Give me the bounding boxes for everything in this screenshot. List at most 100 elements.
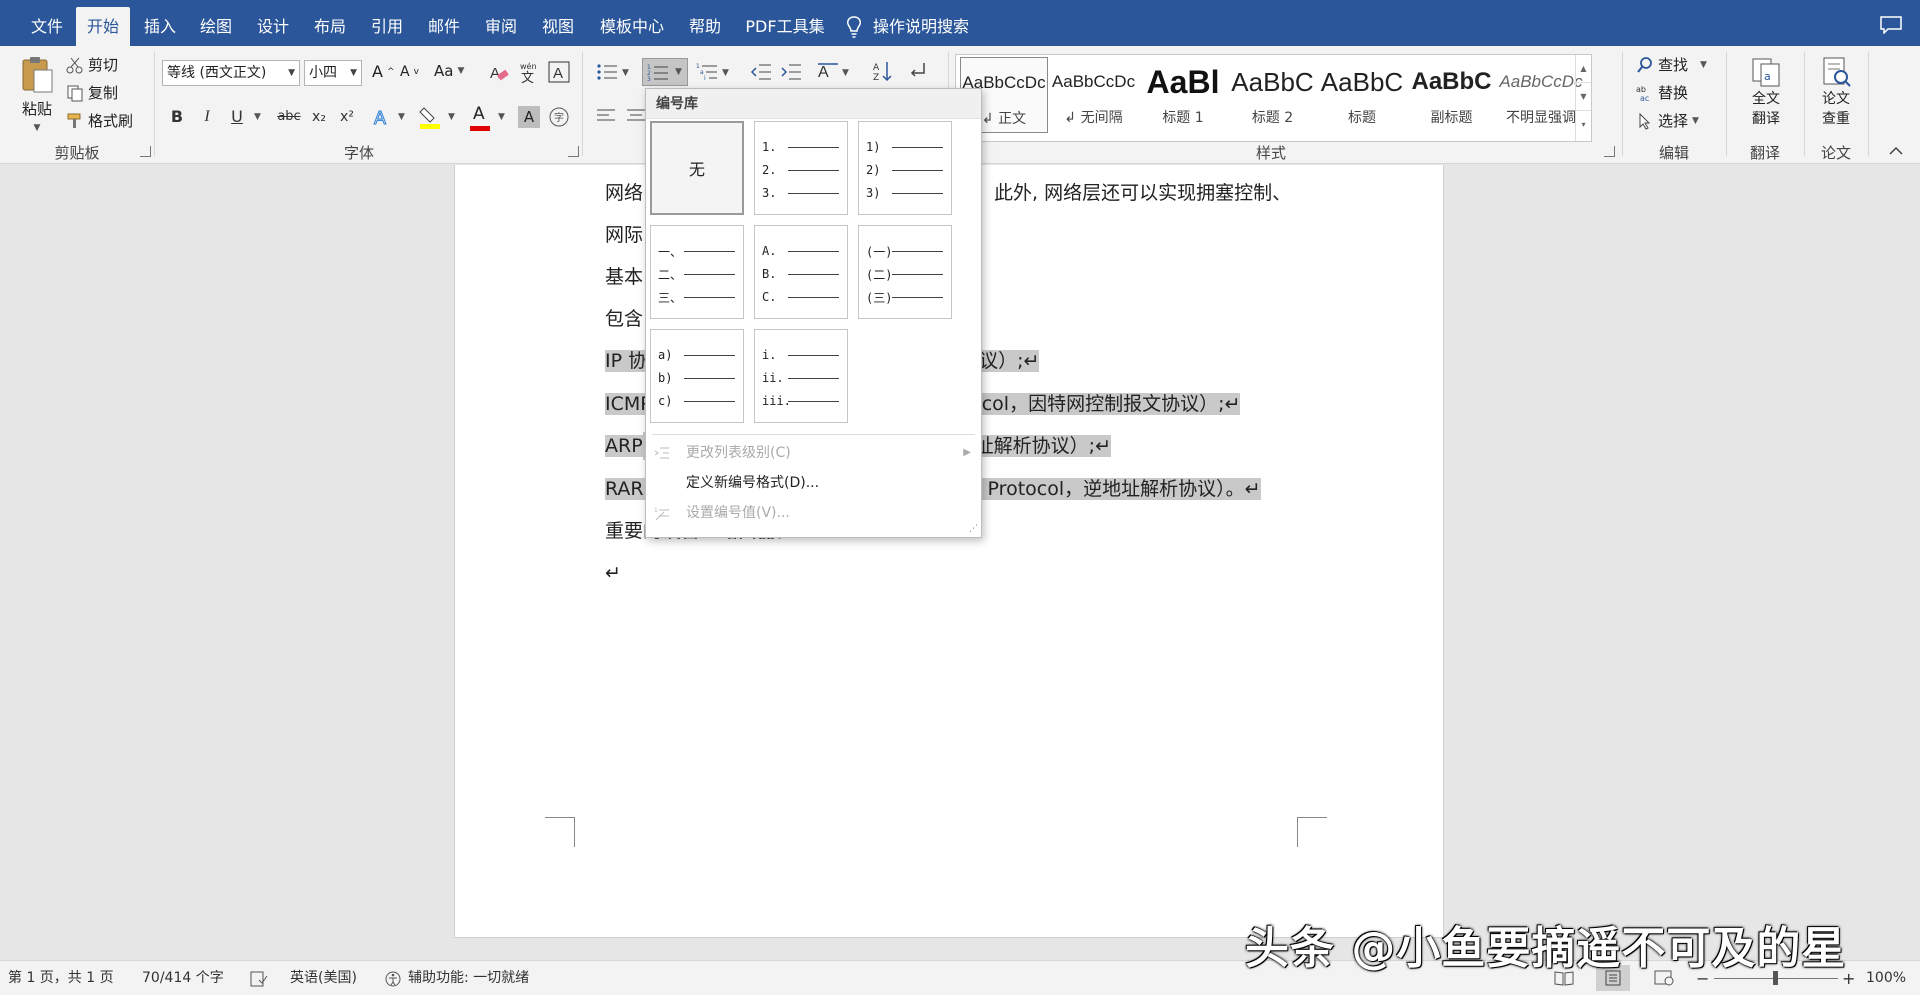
replace-button[interactable]: ab ac 替换 [1636,82,1688,103]
numbering-format-option[interactable]: a) b) c) [650,329,744,423]
numbering-format-option[interactable]: (一) (二) (三) [858,225,952,319]
highlight-color-icon[interactable] [418,104,442,130]
paragraph[interactable]: ↵ [605,559,621,587]
italic-button[interactable]: I [194,104,220,130]
change-case-button[interactable]: Aa ▼ [434,62,464,80]
set-numbering-value-item[interactable]: 1 设置编号值(V)... [646,499,981,527]
asian-layout-icon[interactable]: A [816,60,840,82]
tab-item[interactable]: 开始 [76,7,130,46]
style-item[interactable]: AaBbC 标题 2 [1229,57,1317,133]
format-painter-button[interactable]: 格式刷 [66,110,133,131]
numbering-button[interactable]: 123 ▼ [642,58,688,86]
tell-me-search[interactable]: 操作说明搜索 [845,7,969,46]
tab-item[interactable]: 设计 [248,7,298,46]
gallery-more-icon[interactable]: ▾ [1576,111,1591,139]
scroll-up-icon[interactable]: ▲ [1576,55,1591,83]
zoom-level[interactable]: 100% [1866,961,1906,995]
style-item[interactable]: AaBl 标题 1 [1139,57,1227,133]
numbering-format-option[interactable]: i. ii. iii. [754,329,848,423]
superscript-button[interactable]: x² [334,104,360,130]
tab-item[interactable]: 引用 [362,7,412,46]
text-effects-icon[interactable]: A [372,106,394,129]
enclose-characters-icon[interactable]: 字 [548,106,570,128]
multilevel-list-icon[interactable]: 1ai [696,62,718,82]
language-status[interactable]: 英语(美国) [290,961,357,995]
grow-font-button[interactable]: A ^ [372,62,395,81]
chevron-down-icon[interactable]: ▼ [842,68,849,78]
scroll-down-icon[interactable]: ▼ [1576,83,1591,111]
character-border-icon[interactable]: A [548,61,570,83]
underline-button[interactable]: U [224,104,250,130]
svg-text:wén: wén [520,61,537,71]
resize-grip-icon[interactable]: ⋰ [969,524,978,534]
styles-launcher[interactable] [1604,146,1615,157]
copy-button[interactable]: 复制 [66,82,118,103]
tab-item[interactable]: 邮件 [419,7,469,46]
align-left-icon[interactable] [596,106,616,126]
tab-item[interactable]: 插入 [135,7,185,46]
select-button[interactable]: 选择 ▼ [1636,110,1699,131]
decrease-indent-icon[interactable] [750,62,772,82]
bullets-icon[interactable] [596,62,618,82]
tab-item[interactable]: 布局 [305,7,355,46]
cut-button[interactable]: 剪切 [66,54,118,75]
tab-file[interactable]: 文件 [22,7,72,46]
chevron-down-icon[interactable]: ▼ [254,112,261,122]
styles-gallery-scroll[interactable]: ▲ ▼ ▾ [1575,55,1591,141]
style-item[interactable]: AaBbCcDc 不明显强调 [1497,57,1585,133]
character-shading-button[interactable]: A [518,106,540,128]
phonetic-guide-icon[interactable]: wén文 [518,60,540,84]
word-count[interactable]: 70/414 个字 [142,961,224,995]
subscript-button[interactable]: x₂ [306,104,332,130]
tab-item[interactable]: 视图 [533,7,583,46]
chevron-down-icon[interactable]: ▼ [622,68,629,78]
sort-icon[interactable]: AZ [872,60,894,82]
paragraph[interactable]: 基本 [605,263,643,291]
clipboard-launcher[interactable] [140,146,151,157]
numbering-format-option[interactable]: A. B. C. [754,225,848,319]
style-item[interactable]: AaBbC 副标题 [1408,57,1496,133]
numbering-format-option[interactable]: 一、 二、 三、 [650,225,744,319]
accessibility-status[interactable]: 辅助功能: 一切就绪 [384,961,529,995]
paragraph[interactable]: 网际 [605,221,643,249]
shrink-font-button[interactable]: Av [400,64,419,80]
paper-check-button[interactable]: 论文 查重 [1814,56,1858,128]
align-center-icon[interactable] [626,106,646,126]
strikethrough-button[interactable]: abc [272,104,306,130]
tab-item[interactable]: 绘图 [191,7,241,46]
chevron-down-icon[interactable]: ▼ [448,112,455,122]
full-text-translate-button[interactable]: a 全文 翻译 [1744,56,1788,128]
show-marks-icon[interactable] [908,60,928,82]
numbering-none-option[interactable]: 无 [650,121,744,215]
tab-item[interactable]: 模板中心 [592,7,672,46]
chevron-down-icon[interactable]: ▼ [498,112,505,122]
proofing-status[interactable] [250,961,268,995]
numbering-format-option[interactable]: 1) 2) 3) [858,121,952,215]
chevron-down-icon[interactable]: ▼ [398,112,405,122]
comments-icon[interactable] [1880,16,1902,34]
font-name-combo[interactable]: 等线 (西文正文) ▼ [162,60,300,86]
paragraph[interactable]: 包含 [605,305,643,333]
font-color-button[interactable]: A [468,104,492,132]
chevron-down-icon[interactable]: ▼ [288,61,295,85]
font-size-combo[interactable]: 小四 ▼ [304,60,362,86]
style-item[interactable]: AaBbC 标题 [1318,57,1406,133]
define-new-number-format-item[interactable]: 定义新编号格式(D)... [646,469,981,497]
style-item[interactable]: AaBbCcDc ↲ 无间隔 [1050,57,1138,133]
font-launcher[interactable] [568,146,579,157]
tab-item[interactable]: 帮助 [680,7,730,46]
tab-item[interactable]: 审阅 [476,7,526,46]
find-button[interactable]: 查找 ▼ [1636,54,1707,75]
page-count[interactable]: 第 1 页，共 1 页 [8,961,114,995]
bold-button[interactable]: B [164,104,190,130]
collapse-ribbon-icon[interactable] [1888,144,1904,156]
clear-formatting-icon[interactable]: A [488,62,510,84]
increase-indent-icon[interactable] [780,62,802,82]
chevron-down-icon[interactable]: ▼ [722,68,729,78]
change-list-level-item[interactable]: 更改列表级别(C) ▶ [646,439,981,467]
paste-button[interactable]: 粘贴 ▼ [14,54,60,133]
numbering-format-option[interactable]: 1. 2. 3. [754,121,848,215]
chevron-down-icon[interactable]: ▼ [350,61,357,85]
tab-item[interactable]: PDF工具集 [740,7,830,46]
svg-text:1: 1 [654,507,658,514]
